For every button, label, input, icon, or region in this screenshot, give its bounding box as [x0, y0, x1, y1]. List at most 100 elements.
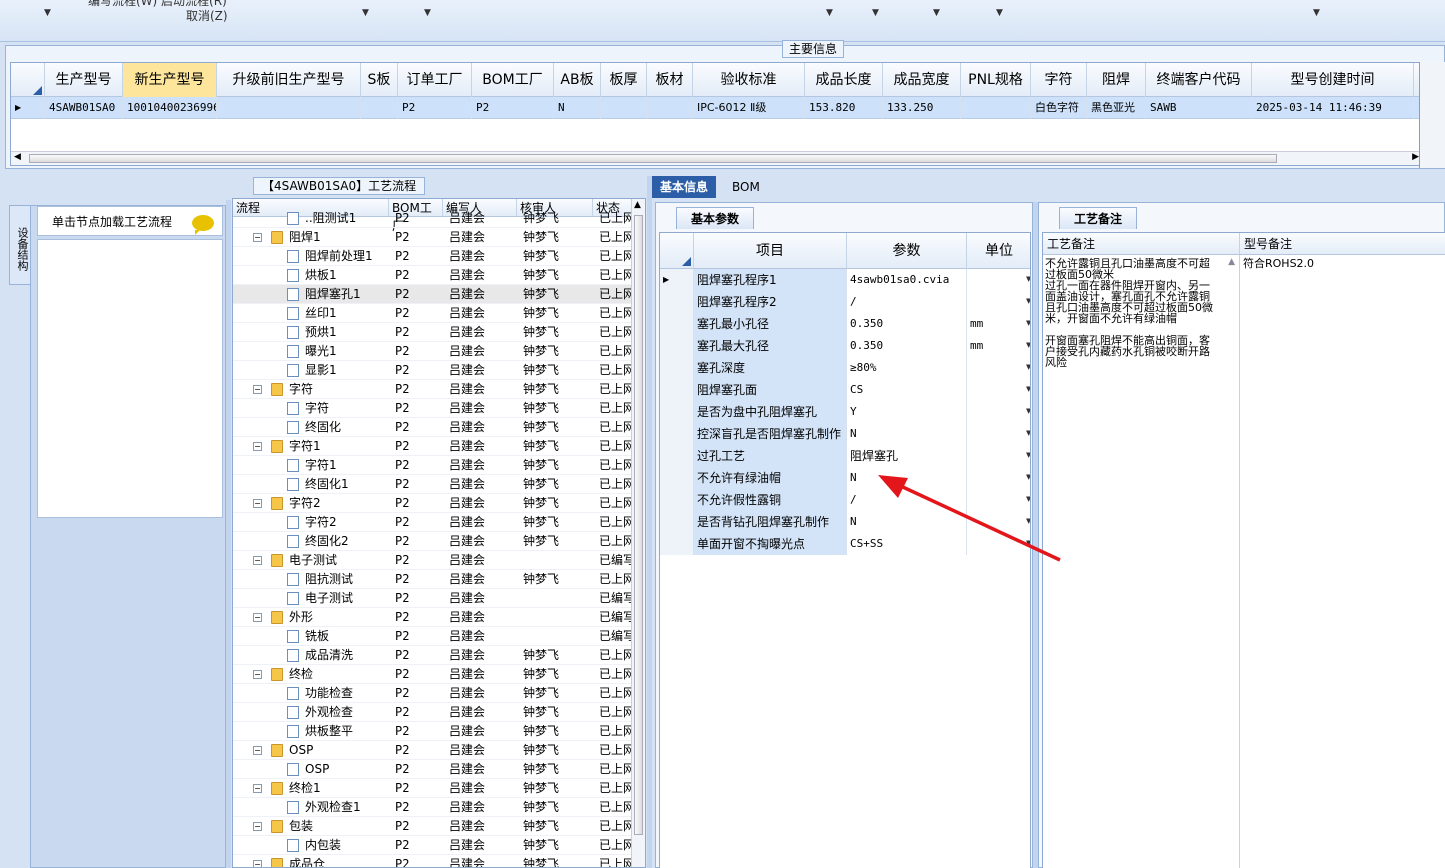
tree-row[interactable]: − 电子测试 P2 吕建会 已编写	[233, 551, 633, 570]
table-cell[interactable]: 10010400236996	[123, 97, 217, 119]
table-cell[interactable]: IPC-6012 Ⅱ级	[693, 97, 805, 119]
column-header[interactable]: 成品长度	[805, 63, 883, 97]
chevron-down-icon[interactable]: ▼	[933, 8, 940, 18]
tree-row[interactable]: 终固化 P2 吕建会 钟梦飞 已上网	[233, 418, 633, 437]
chevron-down-icon[interactable]: ▼	[872, 8, 879, 18]
vertical-splitter[interactable]	[226, 200, 231, 868]
tree-row[interactable]: 曝光1 P2 吕建会 钟梦飞 已上网	[233, 342, 633, 361]
vertical-splitter[interactable]	[647, 176, 652, 868]
param-row[interactable]: 阻焊塞孔面 CS ▼	[660, 379, 1030, 401]
chevron-down-icon[interactable]: ▼	[826, 8, 833, 18]
param-unit[interactable]	[967, 401, 1030, 423]
tree-row[interactable]: − 字符 P2 吕建会 钟梦飞 已上网	[233, 380, 633, 399]
chevron-down-icon[interactable]: ▼	[1026, 451, 1030, 459]
tree-row[interactable]: 电子测试 P2 吕建会 已编写	[233, 589, 633, 608]
column-header[interactable]: S板	[361, 63, 398, 97]
row-indicator-icon[interactable]: ▶	[660, 269, 694, 291]
tree-row[interactable]: − 外形 P2 吕建会 已编写	[233, 608, 633, 627]
tab-basic-info[interactable]: 基本信息	[652, 176, 717, 198]
param-value[interactable]: N	[847, 423, 967, 445]
column-header[interactable]: 阻焊	[1087, 63, 1146, 97]
tree-row[interactable]: 终固化2 P2 吕建会 钟梦飞 已上网	[233, 532, 633, 551]
table-cell[interactable]: N	[554, 97, 601, 119]
row-selector[interactable]	[660, 533, 694, 555]
collapse-icon[interactable]: −	[253, 233, 262, 242]
tree-row[interactable]: − 字符1 P2 吕建会 钟梦飞 已上网	[233, 437, 633, 456]
param-value[interactable]: 阻焊塞孔	[847, 445, 967, 467]
tree-row[interactable]: − 阻焊1 P2 吕建会 钟梦飞 已上网	[233, 228, 633, 247]
table-cell[interactable]: 白色字符	[1031, 97, 1087, 119]
row-selector[interactable]	[660, 313, 694, 335]
row-selector[interactable]	[660, 423, 694, 445]
table-cell[interactable]: P2	[398, 97, 472, 119]
tree-row[interactable]: 预烘1 P2 吕建会 钟梦飞 已上网	[233, 323, 633, 342]
column-header[interactable]: 参数	[847, 233, 967, 269]
param-unit[interactable]	[967, 445, 1030, 467]
table-cell[interactable]: P2	[472, 97, 554, 119]
tree-row[interactable]: − 成品仓 P2 吕建会 钟梦飞 已上网	[233, 855, 633, 867]
collapse-icon[interactable]: −	[253, 385, 262, 394]
collapse-icon[interactable]: −	[253, 822, 262, 831]
param-row[interactable]: 是否为盘中孔阻焊塞孔 Y ▼	[660, 401, 1030, 423]
tree-row[interactable]: 丝印1 P2 吕建会 钟梦飞 已上网	[233, 304, 633, 323]
tree-row[interactable]: 阻抗测试 P2 吕建会 钟梦飞 已上网	[233, 570, 633, 589]
tree-row[interactable]: ..阻测试1 P2 吕建会 钟梦飞 已上网	[233, 209, 633, 228]
collapse-icon[interactable]: −	[253, 784, 262, 793]
chevron-down-icon[interactable]: ▼	[1026, 385, 1030, 393]
param-value[interactable]: Y	[847, 401, 967, 423]
chevron-down-icon[interactable]: ▼	[424, 8, 431, 18]
load-flow-button[interactable]: 单击节点加载工艺流程	[37, 206, 223, 236]
tree-row[interactable]: 铣板 P2 吕建会 已编写	[233, 627, 633, 646]
param-unit[interactable]	[967, 423, 1030, 445]
scroll-right-icon[interactable]: ▶	[1412, 152, 1419, 162]
node-tree-box[interactable]	[37, 239, 223, 518]
param-value[interactable]: 0.350	[847, 335, 967, 357]
tree-row[interactable]: 阻焊塞孔1 P2 吕建会 钟梦飞 已上网	[233, 285, 633, 304]
chevron-down-icon[interactable]: ▼	[1026, 319, 1030, 327]
tab-process-notes[interactable]: 工艺备注	[1059, 207, 1138, 229]
row-selector[interactable]	[660, 379, 694, 401]
chevron-down-icon[interactable]: ▼	[44, 8, 51, 18]
collapse-icon[interactable]: −	[253, 860, 262, 867]
tree-row[interactable]: − 字符2 P2 吕建会 钟梦飞 已上网	[233, 494, 633, 513]
param-unit[interactable]: mm	[967, 313, 1030, 335]
row-selector[interactable]	[660, 489, 694, 511]
tree-row[interactable]: 字符1 P2 吕建会 钟梦飞 已上网	[233, 456, 633, 475]
collapse-icon[interactable]: −	[253, 746, 262, 755]
chevron-down-icon[interactable]: ▼	[996, 8, 1003, 18]
chevron-down-icon[interactable]: ▼	[1026, 407, 1030, 415]
tab-bom[interactable]: BOM	[724, 176, 768, 198]
column-header[interactable]: 订单工厂	[398, 63, 472, 97]
table-cell[interactable]: 133.250	[883, 97, 961, 119]
param-unit[interactable]	[967, 291, 1030, 313]
scroll-up-icon[interactable]: ▲	[634, 200, 641, 210]
row-selector[interactable]	[660, 335, 694, 357]
param-value[interactable]: 4sawb01sa0.cvia	[847, 269, 967, 291]
chevron-down-icon[interactable]: ▼	[1026, 429, 1030, 437]
row-selector[interactable]	[660, 357, 694, 379]
tree-row[interactable]: 显影1 P2 吕建会 钟梦飞 已上网	[233, 361, 633, 380]
table-cell[interactable]	[217, 97, 361, 119]
tree-row[interactable]: 阻焊前处理1 P2 吕建会 钟梦飞 已上网	[233, 247, 633, 266]
row-selector[interactable]	[660, 291, 694, 313]
table-cell[interactable]	[601, 97, 647, 119]
column-header[interactable]: 终端客户代码	[1146, 63, 1252, 97]
tree-row[interactable]: 终固化1 P2 吕建会 钟梦飞 已上网	[233, 475, 633, 494]
column-header[interactable]: 成品宽度	[883, 63, 961, 97]
chevron-down-icon[interactable]: ▼	[1026, 363, 1030, 371]
cancel-menu-item[interactable]: 取消(Z)	[186, 7, 228, 24]
param-value[interactable]: 0.350	[847, 313, 967, 335]
table-cell[interactable]: 4SAWB01SA0	[45, 97, 123, 119]
param-value[interactable]: ≥80%	[847, 357, 967, 379]
table-cell[interactable]: 153.820	[805, 97, 883, 119]
param-row[interactable]: 塞孔最小孔径 0.350 mm ▼	[660, 313, 1030, 335]
param-row[interactable]: 控深盲孔是否阻焊塞孔制作 N ▼	[660, 423, 1030, 445]
scroll-up-icon[interactable]: ▲	[1228, 257, 1235, 267]
tree-row[interactable]: 烘板整平 P2 吕建会 钟梦飞 已上网	[233, 722, 633, 741]
tree-row[interactable]: OSP P2 吕建会 钟梦飞 已上网	[233, 760, 633, 779]
scrollbar-thumb[interactable]	[634, 215, 643, 835]
row-selector[interactable]	[660, 467, 694, 489]
vertical-scrollbar[interactable]: ▲	[631, 199, 645, 867]
param-value[interactable]: /	[847, 291, 967, 313]
tree-row[interactable]: 内包装 P2 吕建会 钟梦飞 已上网	[233, 836, 633, 855]
